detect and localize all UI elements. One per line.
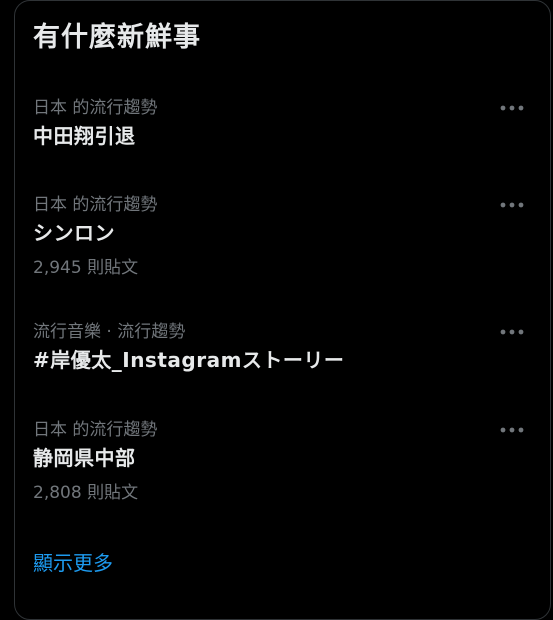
whats-happening-panel: 有什麼新鮮事 日本 的流行趨勢 中田翔引退 日本 的流行趨勢 シンロン 2,94…: [14, 0, 551, 620]
panel-title: 有什麼新鮮事: [33, 22, 201, 53]
more-icon[interactable]: [500, 427, 524, 441]
trend-name[interactable]: 中田翔引退: [33, 120, 136, 149]
trend-context: 日本 的流行趨勢: [33, 98, 158, 118]
more-icon[interactable]: [500, 202, 524, 216]
more-icon[interactable]: [500, 105, 524, 119]
more-icon[interactable]: [500, 329, 524, 343]
show-more-link[interactable]: 顯示更多: [33, 547, 113, 576]
trend-context: 日本 的流行趨勢: [33, 195, 158, 215]
trend-post-count: 2,808 則貼文: [33, 483, 139, 503]
trend-name[interactable]: シンロン: [33, 217, 115, 246]
trend-name[interactable]: #岸優太_Instagramストーリー: [33, 344, 344, 373]
trend-post-count: 2,945 則貼文: [33, 258, 139, 278]
trend-context: 流行音樂 · 流行趨勢: [33, 322, 186, 342]
trend-context: 日本 的流行趨勢: [33, 420, 158, 440]
trend-name[interactable]: 静岡県中部: [33, 442, 136, 471]
